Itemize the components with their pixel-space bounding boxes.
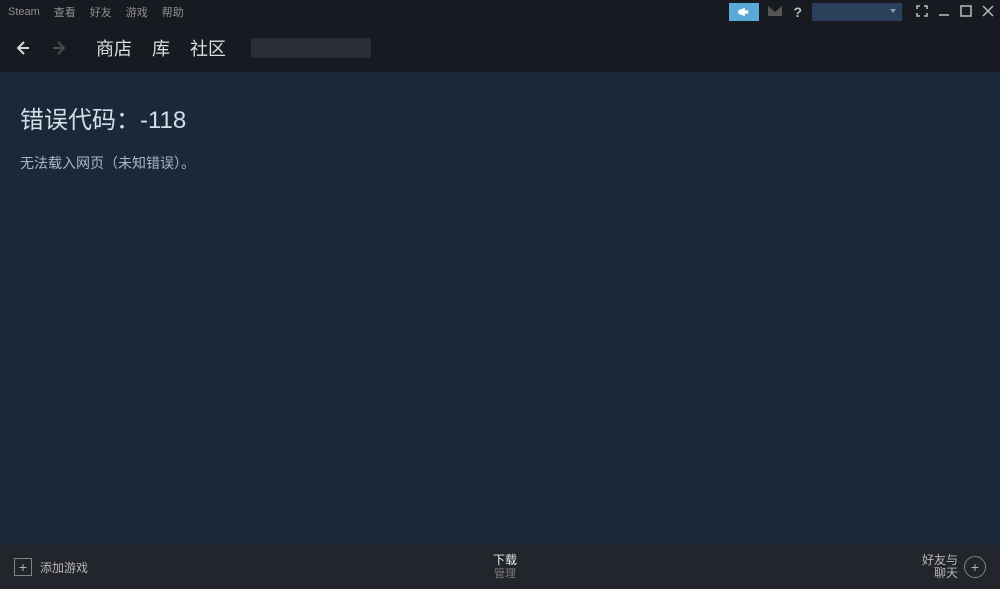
fullscreen-button[interactable] <box>916 5 928 20</box>
nav-forward-button[interactable] <box>48 36 72 60</box>
content-area: 错误代码：-118 无法载入网页（未知错误）。 <box>0 72 1000 545</box>
close-button[interactable] <box>982 5 994 20</box>
footer: + 添加游戏 下载 管理 好友与 聊天 + <box>0 545 1000 589</box>
announcement-button[interactable] <box>729 3 759 21</box>
plus-icon: + <box>14 558 32 576</box>
circle-plus-icon: + <box>964 556 986 578</box>
menu-games[interactable]: 游戏 <box>126 4 148 20</box>
close-icon <box>982 5 994 17</box>
mail-button[interactable] <box>767 5 783 20</box>
nav-tab-library[interactable]: 库 <box>152 35 170 61</box>
arrow-right-icon <box>52 40 68 56</box>
friends-chat-button[interactable]: 好友与 聊天 + <box>922 554 986 580</box>
friends-chat-line2: 聊天 <box>922 567 958 580</box>
menu-view[interactable]: 查看 <box>54 4 76 20</box>
maximize-button[interactable] <box>960 5 972 20</box>
megaphone-icon <box>737 7 751 17</box>
minimize-button[interactable] <box>938 5 950 20</box>
menu-friends[interactable]: 好友 <box>90 4 112 20</box>
window-controls <box>916 5 994 20</box>
nav-tabs: 商店 库 社区 <box>96 35 371 61</box>
add-game-button[interactable]: + 添加游戏 <box>14 558 88 576</box>
navbar: 商店 库 社区 <box>0 24 1000 72</box>
downloads-label: 下载 <box>493 553 517 567</box>
fullscreen-icon <box>916 5 928 17</box>
menubar: Steam 查看 好友 游戏 帮助 ? <box>0 0 1000 24</box>
nav-tab-community[interactable]: 社区 <box>190 35 226 61</box>
menu-steam[interactable]: Steam <box>8 6 40 18</box>
error-code-heading: 错误代码：-118 <box>20 100 980 135</box>
maximize-icon <box>960 5 972 17</box>
minimize-icon <box>938 5 950 17</box>
add-game-label: 添加游戏 <box>40 559 88 576</box>
envelope-icon <box>767 5 783 17</box>
manage-label: 管理 <box>493 568 517 581</box>
menubar-right: ? <box>729 0 994 24</box>
menubar-left: Steam 查看 好友 游戏 帮助 <box>8 4 184 20</box>
help-button[interactable]: ? <box>791 4 804 20</box>
user-dropdown[interactable] <box>812 3 902 21</box>
chevron-down-icon <box>890 9 896 13</box>
nav-tab-profile[interactable] <box>251 38 371 58</box>
error-message-text: 无法载入网页（未知错误）。 <box>20 153 980 173</box>
arrow-left-icon <box>14 40 30 56</box>
downloads-button[interactable]: 下载 管理 <box>493 553 517 581</box>
nav-back-button[interactable] <box>10 36 34 60</box>
nav-tab-store[interactable]: 商店 <box>96 35 132 61</box>
friends-chat-label: 好友与 聊天 <box>922 554 958 580</box>
menu-help[interactable]: 帮助 <box>162 4 184 20</box>
